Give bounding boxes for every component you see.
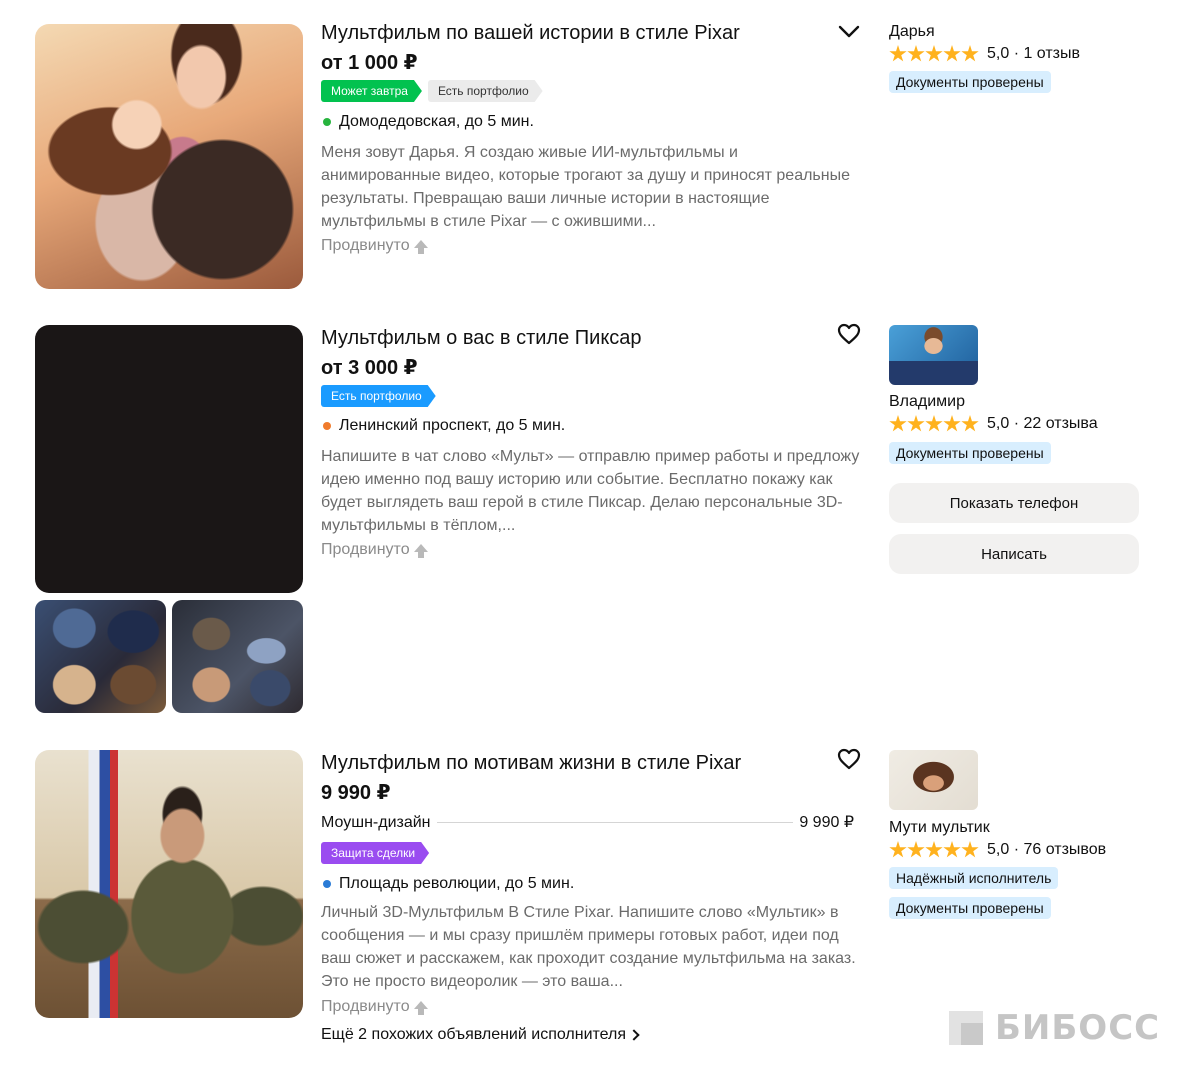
promoted-label: Продвинуто (321, 998, 428, 1016)
metro-label: Площадь революции, до 5 мин. (339, 875, 575, 892)
seller-tag-reliable: Надёжный исполнитель (889, 867, 1059, 889)
promoted-text: Продвинуто (321, 541, 410, 558)
listing-photo[interactable] (35, 24, 303, 289)
arrow-up-icon (413, 544, 428, 558)
metro-dot-icon (323, 880, 331, 888)
rating-stars-icon (889, 45, 979, 63)
listing-description: Напишите в чат слово «Мульт» — отправлю … (321, 448, 860, 534)
service-price: 9 990 ₽ (799, 814, 854, 831)
badge-deal-protection: Защита сделки (321, 842, 429, 864)
seller-rating: 5,0 · 22 отзыва (889, 415, 1098, 433)
seller-tag-documents: Документы проверены (889, 897, 1051, 919)
arrow-up-icon (413, 240, 428, 254)
promoted-text: Продвинуто (321, 998, 410, 1015)
promoted-label: Продвинуто (321, 237, 428, 255)
listing-card: Мультфильм по вашей истории в стиле Pixa… (0, 0, 1180, 300)
seller-tag-documents: Документы проверены (889, 442, 1051, 464)
chevron-right-icon (628, 1029, 640, 1041)
write-message-button[interactable]: Написать (889, 534, 1139, 574)
badge-portfolio: Есть портфолио (321, 385, 436, 407)
listing-description: Меня зовут Дарья. Я создаю живые ИИ-муль… (321, 144, 850, 230)
seller-rating: 5,0 · 1 отзыв (889, 45, 1080, 63)
metro-location: Ленинский проспект, до 5 мин. (323, 417, 565, 435)
listing-thumbnail[interactable] (35, 600, 166, 713)
listing-price: от 1 000 ₽ (321, 52, 418, 74)
chevron-down-icon[interactable] (836, 20, 862, 44)
listing-card: Мультфильм о вас в стиле Пиксар от 3 000… (0, 300, 1180, 730)
rating-stars-icon (889, 841, 979, 859)
badge-portfolio: Есть портфолио (428, 80, 543, 102)
watermark-logo: БИБОСС (949, 1008, 1160, 1048)
badge-row: Может завтра Есть портфолио (321, 80, 543, 102)
listing-price: от 3 000 ₽ (321, 357, 418, 379)
heart-icon[interactable] (836, 747, 862, 771)
listing-price: 9 990 ₽ (321, 782, 391, 804)
service-price-row: Моушн-дизайн 9 990 ₽ (321, 812, 854, 832)
watermark-text: БИБОСС (995, 1008, 1161, 1048)
seller-tag-documents: Документы проверены (889, 71, 1051, 93)
badge-available-tomorrow: Может завтра (321, 80, 422, 102)
listing-description: Личный 3D-Мультфильм В Стиле Pixar. Напи… (321, 904, 856, 990)
listing-photo[interactable] (35, 750, 303, 1018)
seller-name[interactable]: Мути мультик (889, 819, 990, 837)
metro-label: Домодедовская, до 5 мин. (339, 113, 534, 130)
badge-row: Защита сделки (321, 842, 429, 864)
show-phone-button[interactable]: Показать телефон (889, 483, 1139, 523)
badge-row: Есть портфолио (321, 385, 436, 407)
promoted-text: Продвинуто (321, 237, 410, 254)
listing-thumbnail[interactable] (172, 600, 303, 713)
brand-mark-icon (949, 1011, 983, 1045)
seller-name[interactable]: Дарья (889, 23, 935, 41)
promoted-label: Продвинуто (321, 541, 428, 559)
metro-location: Домодедовская, до 5 мин. (323, 113, 534, 131)
rating-text[interactable]: 5,0 · 76 отзывов (987, 841, 1106, 859)
metro-label: Ленинский проспект, до 5 мин. (339, 417, 566, 434)
metro-location: Площадь революции, до 5 мин. (323, 875, 574, 893)
seller-name[interactable]: Владимир (889, 393, 965, 411)
listing-title[interactable]: Мультфильм по мотивам жизни в стиле Pixa… (321, 752, 741, 775)
dotted-leader (436, 822, 794, 823)
heart-icon[interactable] (836, 322, 862, 346)
more-listings-text[interactable]: Ещё 2 похожих объявлений исполнителя (321, 1026, 626, 1044)
rating-text[interactable]: 5,0 · 1 отзыв (987, 45, 1080, 63)
seller-rating: 5,0 · 76 отзывов (889, 841, 1106, 859)
service-name: Моушн-дизайн (321, 814, 431, 831)
listing-photo[interactable] (35, 325, 303, 593)
seller-avatar[interactable] (889, 750, 978, 810)
seller-avatar[interactable] (889, 325, 978, 385)
rating-text[interactable]: 5,0 · 22 отзыва (987, 415, 1098, 433)
metro-dot-icon (323, 118, 331, 126)
rating-stars-icon (889, 415, 979, 433)
metro-dot-icon (323, 422, 331, 430)
more-listings-link[interactable]: Ещё 2 похожих объявлений исполнителя (321, 1026, 640, 1044)
listing-title[interactable]: Мультфильм по вашей истории в стиле Pixa… (321, 22, 740, 45)
listing-title[interactable]: Мультфильм о вас в стиле Пиксар (321, 327, 642, 350)
arrow-up-icon (413, 1001, 428, 1015)
